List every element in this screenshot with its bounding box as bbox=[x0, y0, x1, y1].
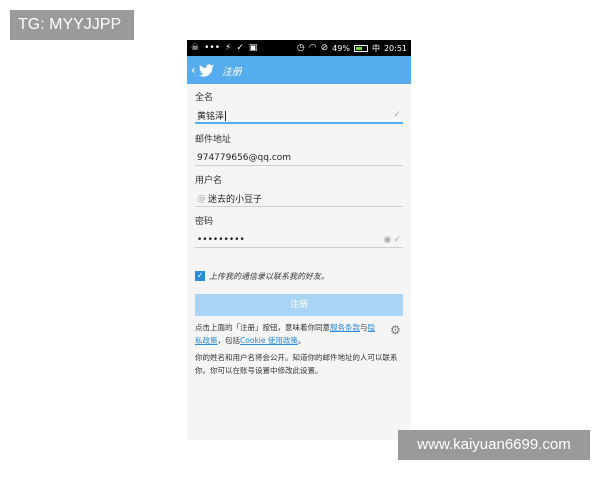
text-cursor bbox=[225, 111, 227, 121]
check-icon: ✓ bbox=[393, 234, 401, 245]
username-input[interactable]: @ 迷去的小豆子 bbox=[195, 191, 403, 207]
pirate-app-icon: ☠ bbox=[191, 43, 200, 53]
fullname-label: 全名 bbox=[195, 93, 214, 103]
password-value: ••••••••• bbox=[197, 234, 245, 245]
fullname-field: 全名 黄铭泽 ✓ bbox=[195, 90, 403, 124]
email-value: 974779656@qq.com bbox=[197, 152, 292, 163]
alarm-icon: ◷ bbox=[296, 43, 305, 53]
eye-icon[interactable]: ◉ bbox=[384, 235, 392, 245]
status-time: 20:51 bbox=[383, 43, 407, 53]
status-right-icons: ◷ ◠ ⊘ 49% 中 20:51 bbox=[297, 40, 407, 56]
wifi-icon: ◠ bbox=[308, 43, 317, 53]
upload-contacts-checkbox[interactable]: ✓ bbox=[195, 271, 205, 281]
username-value: 迷去的小豆子 bbox=[208, 195, 263, 205]
password-field: 密码 ••••••••• ◉ ✓ bbox=[195, 214, 403, 248]
chevron-left-icon[interactable]: ‹ bbox=[191, 63, 196, 77]
terms-of-service-link[interactable]: 服务条款 bbox=[330, 323, 360, 332]
email-field: 邮件地址 974779656@qq.com bbox=[195, 132, 403, 166]
dots-indicator: ••• bbox=[204, 43, 221, 53]
cookie-policy-link[interactable]: Cookie 使用政策 bbox=[240, 336, 298, 345]
password-input[interactable]: ••••••••• ◉ ✓ bbox=[195, 232, 403, 248]
action-bar: ‹ 注册 bbox=[187, 56, 411, 84]
username-label: 用户名 bbox=[195, 176, 223, 186]
email-input[interactable]: 974779656@qq.com bbox=[195, 150, 403, 166]
phone-screen: ☠ ••• ⚡ ✓ ▣ ◷ ◠ ⊘ 49% 中 20:51 ‹ 注册 全名 黄铭… bbox=[187, 40, 411, 440]
fullname-value: 黄铭泽 bbox=[197, 111, 227, 122]
battery-percent: 49% bbox=[332, 43, 350, 53]
twitter-bird-icon bbox=[198, 63, 214, 77]
terms-text: 点击上面的「注册」按钮，意味着你同意服务条款与隐私政策，包括Cookie 使用政… bbox=[195, 323, 375, 345]
register-button[interactable]: 注册 bbox=[195, 294, 403, 316]
watermark-bottom-right: www.kaiyuan6699.com bbox=[398, 430, 590, 460]
username-field: 用户名 @ 迷去的小豆子 bbox=[195, 173, 403, 207]
image-notification-icon: ▣ bbox=[248, 43, 258, 53]
check-icon: ✓ bbox=[393, 110, 401, 120]
email-label: 邮件地址 bbox=[195, 135, 232, 145]
usb-icon: ⚡ bbox=[225, 43, 232, 53]
privacy-note: 你的姓名和用户名将会公开。知道你的邮件地址的人可以联系你。你可以在账号设置中修改… bbox=[195, 353, 398, 375]
upload-contacts-label: 上传我的通信录以联系我的好友。 bbox=[209, 271, 329, 281]
watermark-top-left: TG: MYYJJPP bbox=[10, 10, 134, 40]
gear-icon[interactable]: ⚙ bbox=[390, 323, 401, 337]
status-bar: ☠ ••• ⚡ ✓ ▣ ◷ ◠ ⊘ 49% 中 20:51 bbox=[187, 40, 411, 56]
upload-contacts-row[interactable]: ✓ 上传我的通信录以联系我的好友。 bbox=[187, 262, 411, 290]
status-left-icons: ☠ ••• ⚡ ✓ ▣ bbox=[191, 40, 257, 56]
check-notification-icon: ✓ bbox=[236, 43, 244, 53]
password-label: 密码 bbox=[195, 217, 214, 227]
at-prefix: @ bbox=[197, 193, 206, 204]
carrier-label: 中 bbox=[371, 43, 380, 53]
page-title: 注册 bbox=[221, 66, 242, 78]
battery-icon bbox=[353, 44, 368, 52]
fullname-input[interactable]: 黄铭泽 ✓ bbox=[195, 108, 403, 124]
mute-icon: ⊘ bbox=[320, 43, 329, 53]
